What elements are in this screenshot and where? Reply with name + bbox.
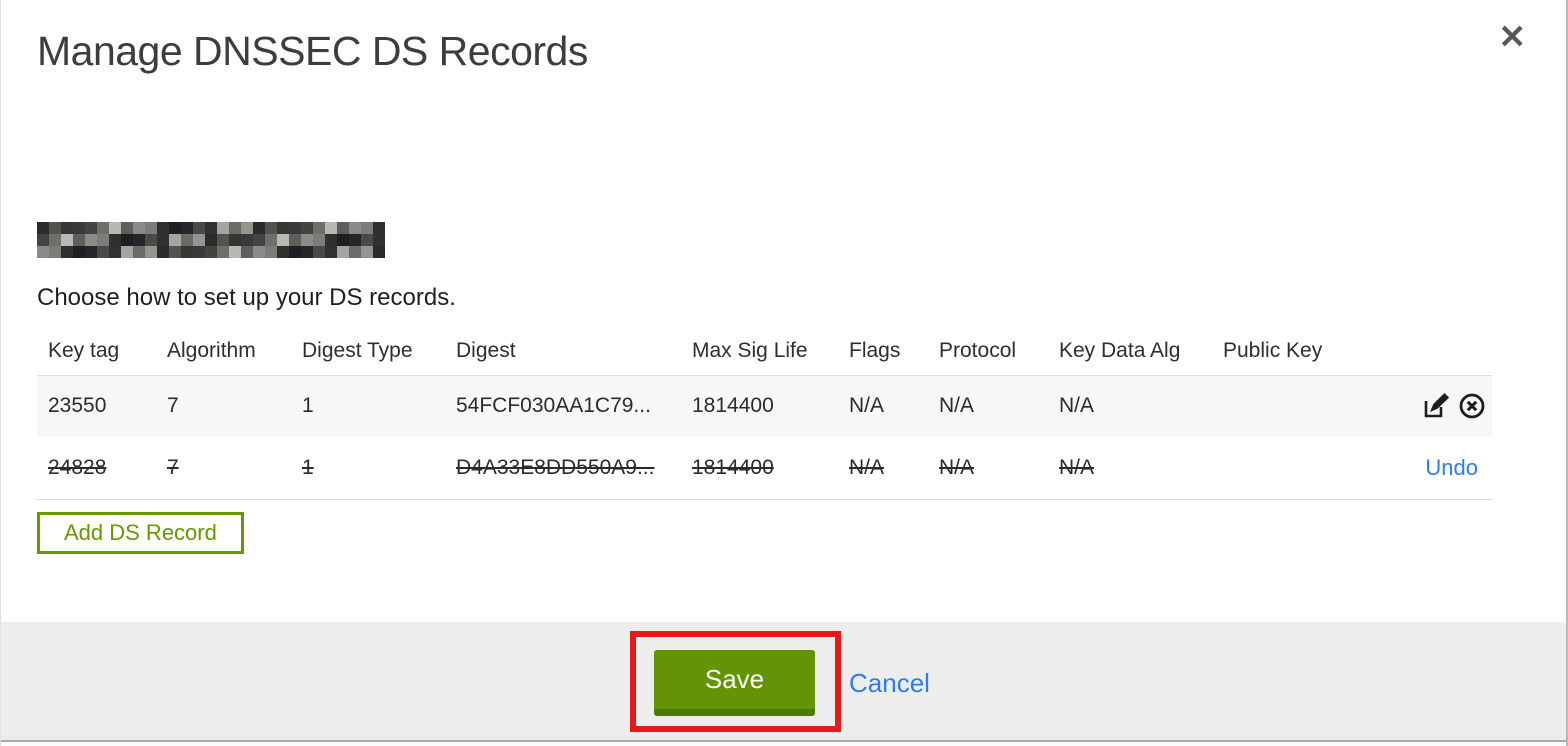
cancel-link[interactable]: Cancel [849,668,930,699]
cell-key-tag: 23550 [37,375,156,437]
cell-public-key [1212,437,1388,500]
dnssec-modal: Manage DNSSEC DS Records ✕ Choose how to… [0,0,1568,746]
cell-public-key [1212,375,1388,437]
ds-records-table: Key tag Algorithm Digest Type Digest Max… [37,333,1492,500]
col-header-flags: Flags [838,333,928,376]
cell-protocol: N/A [928,375,1048,437]
cell-flags: N/A [838,375,928,437]
modal-footer: Save Cancel [1,622,1566,740]
col-header-actions [1388,333,1492,376]
cell-key-tag: 24828 [37,437,156,500]
delete-record-icon[interactable] [1458,392,1486,420]
row-actions [1388,375,1492,437]
page-title: Manage DNSSEC DS Records [37,28,588,74]
close-icon[interactable]: ✕ [1498,20,1526,53]
row-actions: Undo [1388,437,1492,500]
cell-digest-type: 1 [291,437,445,500]
col-header-key-tag: Key tag [37,333,156,376]
cell-algorithm: 7 [156,375,291,437]
col-header-max-sig-life: Max Sig Life [681,333,838,376]
cell-digest: D4A33E8DD550A9... [445,437,681,500]
cell-digest-type: 1 [291,375,445,437]
table-header-row: Key tag Algorithm Digest Type Digest Max… [37,333,1492,376]
col-header-key-data-alg: Key Data Alg [1048,333,1212,376]
cell-key-data-alg: N/A [1048,437,1212,500]
col-header-public-key: Public Key [1212,333,1388,376]
redacted-domain-name [37,222,385,258]
save-button[interactable]: Save [654,650,815,716]
edit-record-icon[interactable] [1422,392,1450,420]
col-header-protocol: Protocol [928,333,1048,376]
cell-algorithm: 7 [156,437,291,500]
cell-max-sig-life: 1814400 [681,437,838,500]
col-header-algorithm: Algorithm [156,333,291,376]
table-row: 23550 7 1 54FCF030AA1C79... 1814400 N/A … [37,375,1492,437]
setup-instruction-text: Choose how to set up your DS records. [37,284,456,311]
cell-flags: N/A [838,437,928,500]
undo-link[interactable]: Undo [1425,455,1486,480]
col-header-digest: Digest [445,333,681,376]
cell-key-data-alg: N/A [1048,375,1212,437]
bottom-strip [1,742,1566,746]
cell-digest: 54FCF030AA1C79... [445,375,681,437]
add-ds-record-button[interactable]: Add DS Record [37,512,244,554]
table-row-deleted: 24828 7 1 D4A33E8DD550A9... 1814400 N/A … [37,437,1492,500]
cell-max-sig-life: 1814400 [681,375,838,437]
col-header-digest-type: Digest Type [291,333,445,376]
cell-protocol: N/A [928,437,1048,500]
